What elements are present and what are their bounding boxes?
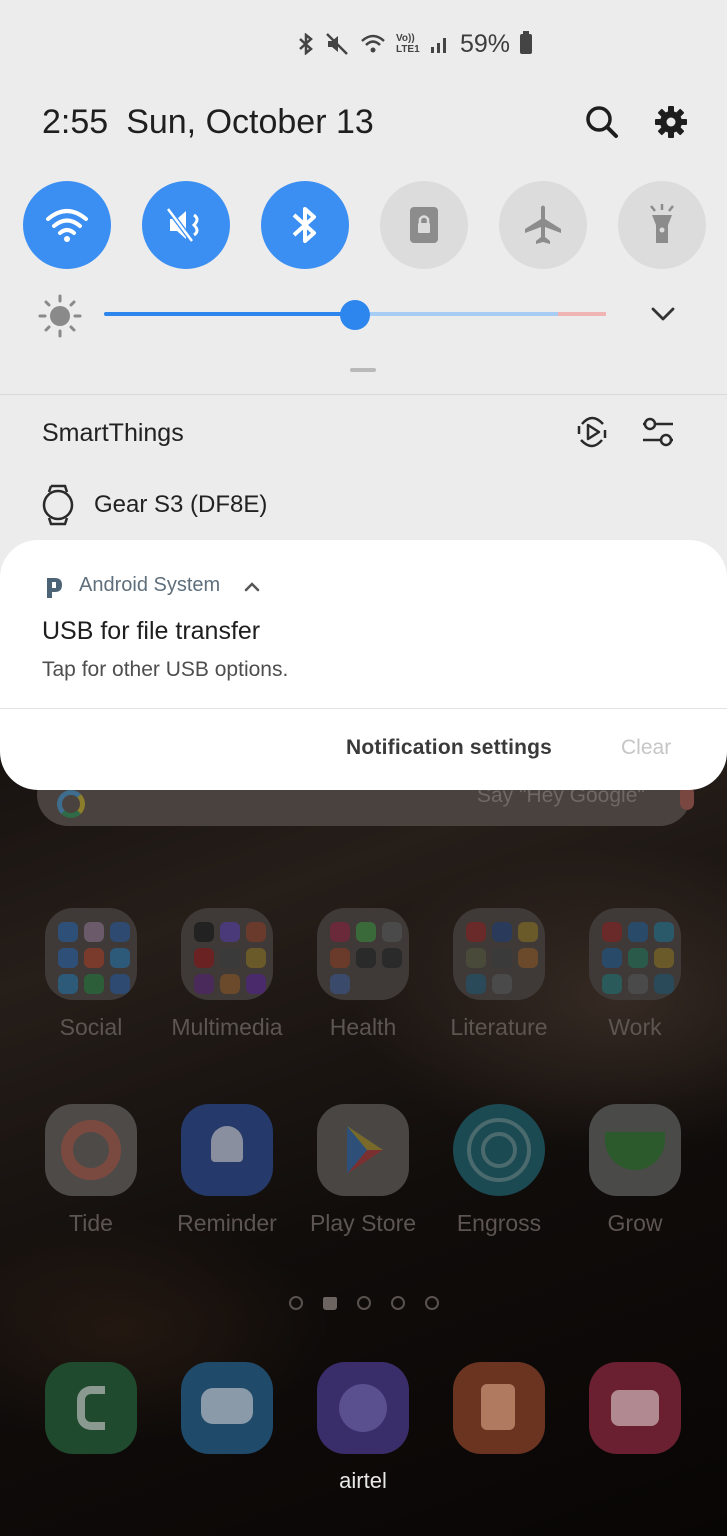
mute-status-icon (326, 33, 348, 55)
wifi-icon (46, 209, 88, 242)
messages-icon (181, 1362, 273, 1454)
notification-app-name: Android System (79, 574, 221, 596)
smartthings-title: SmartThings (42, 419, 184, 447)
app-play-store[interactable]: Play Store (295, 1104, 431, 1237)
battery-icon (520, 31, 532, 54)
app-engross-label: Engross (456, 1210, 542, 1236)
notification-body: Tap for other USB options. (42, 658, 289, 681)
folder-work[interactable]: Work (567, 908, 703, 1041)
wifi-toggle[interactable] (23, 181, 111, 269)
brightness-slider-thumb[interactable] (340, 300, 370, 330)
battery-percent: 59% (459, 29, 510, 58)
dock-label: airtel (339, 1468, 387, 1493)
folder-literature[interactable]: Literature (431, 908, 567, 1041)
sound-mute-toggle[interactable] (142, 181, 230, 269)
folder-health-label: Health (329, 1014, 397, 1040)
flashlight-icon (650, 204, 674, 243)
brightness-control (38, 292, 698, 340)
quick-settings-tiles (23, 181, 713, 269)
tide-icon (45, 1104, 137, 1196)
clock-time: 2:55 (42, 103, 109, 141)
app-notes[interactable] (431, 1362, 567, 1454)
folder-health[interactable]: Health (295, 908, 431, 1041)
page-dot[interactable] (390, 1296, 405, 1310)
brightness-fill (104, 312, 355, 316)
grow-icon (589, 1104, 681, 1196)
status-bar: Vo)) LTE1 59% (296, 28, 532, 60)
internet-icon (317, 1362, 409, 1454)
folder-literature-label: Literature (450, 1014, 548, 1040)
folder-social-icon (45, 908, 137, 1000)
wifi-status-icon (361, 34, 385, 53)
notes-icon (453, 1362, 545, 1454)
page-indicator (0, 1296, 727, 1315)
brightness-sun-icon (38, 294, 82, 338)
page-dot[interactable] (356, 1296, 371, 1310)
usb-notification-card[interactable]: Android System USB for file transfer Tap… (0, 540, 727, 790)
folder-work-icon (589, 908, 681, 1000)
mute-icon (166, 207, 199, 243)
smartwatch-icon (42, 484, 74, 526)
app-tide[interactable]: Tide (23, 1104, 159, 1237)
app-internet[interactable]: airtel (295, 1362, 431, 1494)
folder-health-icon (317, 908, 409, 1000)
portrait-lock-toggle[interactable] (380, 181, 468, 269)
device-settings-icon[interactable] (641, 414, 675, 450)
folder-literature-icon (453, 908, 545, 1000)
app-grow[interactable]: Grow (567, 1104, 703, 1237)
app-tide-label: Tide (69, 1210, 113, 1236)
gear-icon[interactable] (651, 102, 691, 142)
clock-date: 2:55 Sun, October 13 (42, 103, 374, 142)
home-page-dot[interactable] (322, 1297, 337, 1310)
play-store-icon (317, 1104, 409, 1196)
app-grow-label: Grow (607, 1210, 663, 1236)
bluetooth-toggle[interactable] (261, 181, 349, 269)
shade-divider (0, 394, 727, 395)
app-camera[interactable] (567, 1362, 703, 1454)
engross-icon (453, 1104, 545, 1196)
signal-status-icon (430, 38, 446, 53)
folder-social-label: Social (59, 1014, 123, 1040)
smart-view-icon[interactable] (576, 414, 608, 450)
bluetooth-status-icon (299, 33, 313, 55)
bluetooth-icon (292, 207, 316, 243)
folder-social[interactable]: Social (23, 908, 159, 1041)
notification-title: USB for file transfer (42, 617, 261, 645)
smartthings-device-name[interactable]: Gear S3 (DF8E) (94, 491, 267, 519)
app-play-store-label: Play Store (309, 1210, 417, 1236)
notification-settings-button[interactable]: Notification settings (346, 736, 552, 760)
chevron-down-icon[interactable] (650, 306, 676, 322)
notification-shade: Vo)) LTE1 59% 2:55 Sun, October 13 Smart… (0, 0, 727, 580)
google-logo-icon (57, 790, 85, 818)
flashlight-toggle[interactable] (618, 181, 706, 269)
app-reminder-label: Reminder (177, 1210, 277, 1236)
page-dot[interactable] (424, 1296, 439, 1310)
portrait-lock-icon (410, 207, 438, 243)
phone-icon (45, 1362, 137, 1454)
app-reminder[interactable]: Reminder (159, 1104, 295, 1237)
folder-multimedia[interactable]: Multimedia (159, 908, 295, 1041)
folder-work-label: Work (608, 1014, 662, 1040)
notification-divider (0, 708, 727, 709)
clear-button[interactable]: Clear (621, 736, 671, 760)
app-messages[interactable] (159, 1362, 295, 1454)
network-label: Vo)) LTE1 (395, 33, 420, 55)
reminder-icon (181, 1104, 273, 1196)
airplane-icon (525, 205, 561, 244)
play-triangle-icon (347, 1126, 383, 1174)
app-phone[interactable] (23, 1362, 159, 1454)
chevron-up-icon[interactable] (244, 582, 260, 592)
camera-icon (589, 1362, 681, 1454)
app-engross[interactable]: Engross (431, 1104, 567, 1237)
folder-multimedia-label: Multimedia (171, 1014, 283, 1040)
brightness-outdoor-zone (558, 312, 606, 316)
folder-multimedia-icon (181, 908, 273, 1000)
android-system-icon (47, 578, 62, 598)
shade-drag-handle[interactable] (350, 368, 376, 372)
date-text: Sun, October 13 (126, 103, 374, 141)
page-dot[interactable] (288, 1296, 303, 1310)
search-icon[interactable] (582, 102, 622, 142)
airplane-mode-toggle[interactable] (499, 181, 587, 269)
